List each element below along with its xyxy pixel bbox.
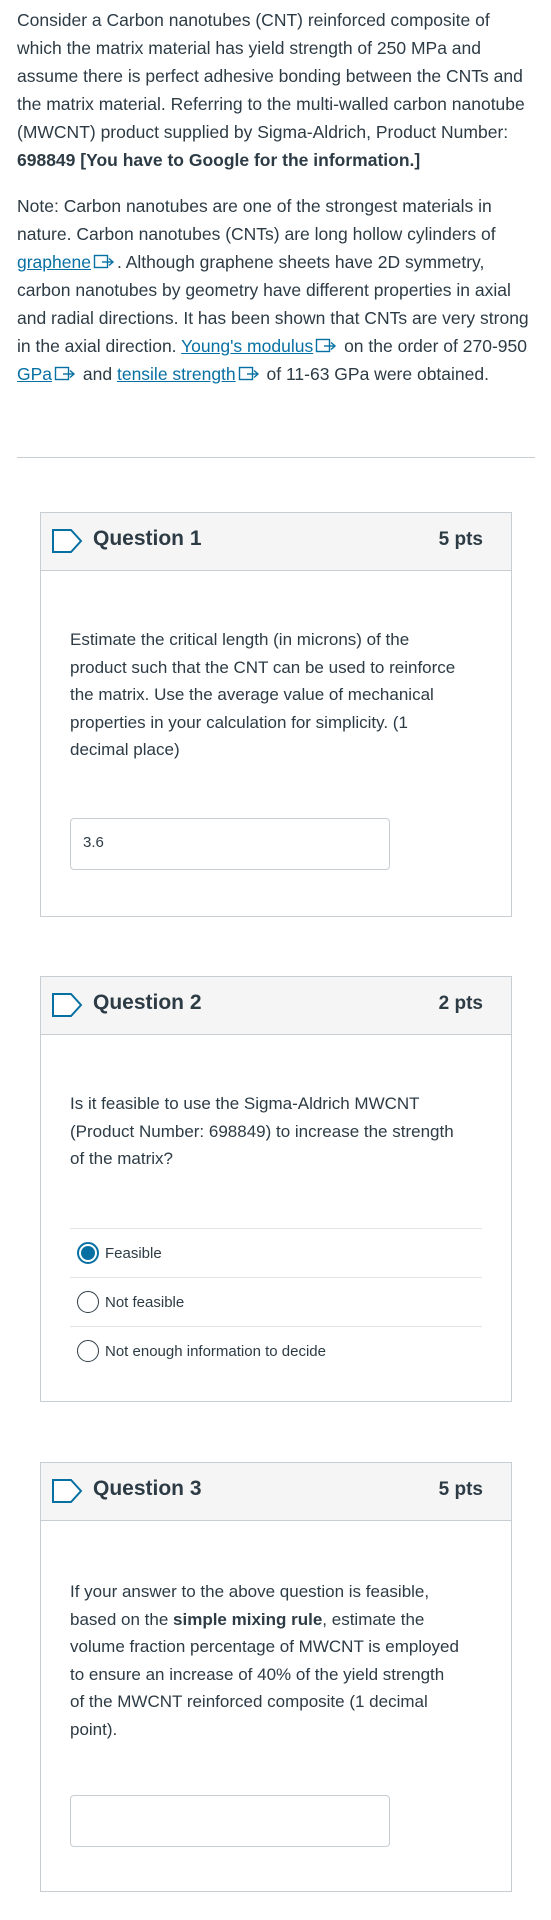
question-title: Question 3 [93, 1477, 202, 1500]
quiz-page: Consider a Carbon nanotubes (CNT) reinfo… [0, 0, 551, 1920]
question-text: If your answer to the above question is … [70, 1578, 460, 1743]
question-flag-icon[interactable] [51, 1478, 83, 1504]
question-points: 2 pts [438, 993, 483, 1014]
external-link-icon[interactable] [238, 366, 260, 382]
question-points: 5 pts [438, 529, 483, 550]
question-header: Question 1 5 pts [41, 513, 511, 571]
option-label: Not enough information to decide [105, 1342, 326, 1360]
question-text: Is it feasible to use the Sigma-Aldrich … [70, 1094, 454, 1168]
option-feasible[interactable]: Feasible [70, 1228, 482, 1277]
intro-p1-text: Consider a Carbon nanotubes (CNT) reinfo… [17, 10, 525, 142]
question-text-bold: simple mixing rule [173, 1609, 323, 1629]
question-3: Question 3 5 pts If your answer to the a… [40, 1462, 512, 1892]
external-link-icon[interactable] [54, 366, 76, 382]
question-points: 5 pts [438, 1479, 483, 1500]
question-flag-icon[interactable] [51, 992, 83, 1018]
gpa-link[interactable]: GPa [17, 364, 52, 384]
youngs-modulus-link[interactable]: Young's modulus [181, 336, 313, 356]
question-2: Question 2 2 pts Is it feasible to use t… [40, 976, 512, 1402]
answer-options: Feasible Not feasible Not enough informa… [70, 1228, 482, 1375]
tensile-strength-link[interactable]: tensile strength [117, 364, 236, 384]
intro-p1-bold: 698849 [You have to Google for the infor… [17, 150, 421, 170]
option-label: Not feasible [105, 1293, 185, 1311]
question-title: Question 2 [93, 991, 202, 1014]
question-header: Question 3 5 pts [41, 1463, 511, 1521]
radio-button-icon[interactable] [77, 1242, 99, 1264]
intro-paragraph-2: Note: Carbon nanotubes are one of the st… [17, 192, 537, 388]
graphene-link[interactable]: graphene [17, 252, 91, 272]
question-flag-icon[interactable] [51, 528, 83, 554]
divider [17, 457, 535, 458]
answer-input[interactable] [70, 1795, 390, 1847]
intro-paragraph-1: Consider a Carbon nanotubes (CNT) reinfo… [17, 6, 537, 174]
option-label: Feasible [105, 1244, 162, 1262]
intro-p2-text-d: and [78, 364, 117, 384]
external-link-icon[interactable] [93, 254, 115, 270]
question-text: Estimate the critical length (in microns… [70, 630, 456, 759]
question-1: Question 1 5 pts Estimate the critical l… [40, 512, 512, 917]
intro-p2-text-c: on the order of 270-950 [339, 336, 527, 356]
radio-button-icon[interactable] [77, 1340, 99, 1362]
external-link-icon[interactable] [315, 338, 337, 354]
option-not-enough-info[interactable]: Not enough information to decide [70, 1326, 482, 1375]
intro-p2-text-e: of 11-63 GPa were obtained. [261, 364, 489, 384]
option-not-feasible[interactable]: Not feasible [70, 1277, 482, 1326]
intro-text: Consider a Carbon nanotubes (CNT) reinfo… [17, 6, 537, 388]
question-header: Question 2 2 pts [41, 977, 511, 1035]
question-title: Question 1 [93, 527, 202, 550]
answer-input[interactable]: 3.6 [70, 818, 390, 870]
radio-button-icon[interactable] [77, 1291, 99, 1313]
intro-p2-text-a: Note: Carbon nanotubes are one of the st… [17, 196, 496, 244]
